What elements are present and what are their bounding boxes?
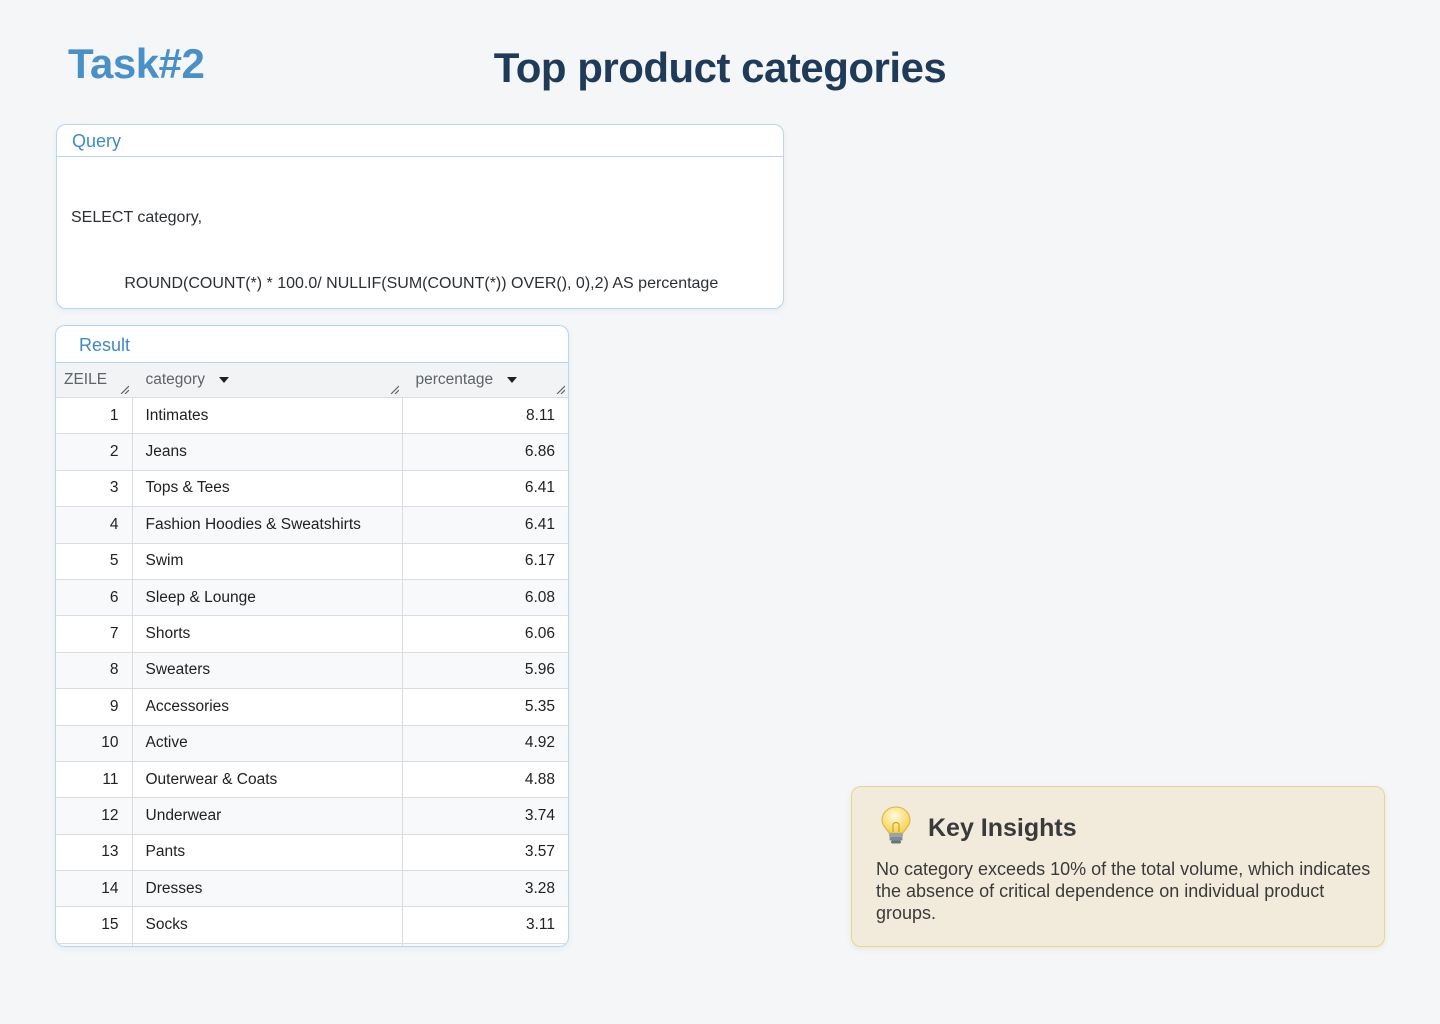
percentage-cell: 4.88 xyxy=(402,761,568,799)
table-row: 6 Sleep & Lounge 6.08 xyxy=(56,579,568,617)
row-number: 4 xyxy=(56,506,133,544)
percentage-cell: 5.96 xyxy=(402,652,568,690)
row-number: 3 xyxy=(56,470,133,508)
query-line: SELECT category, xyxy=(71,209,203,226)
category-cell: Swim xyxy=(132,543,403,580)
row-number: 6 xyxy=(56,579,133,617)
table-row: 4 Fashion Hoodies & Sweatshirts 6.41 xyxy=(56,506,568,544)
table-row: 5 Swim 6.17 xyxy=(56,543,568,580)
percentage-cell: 6.17 xyxy=(402,543,568,580)
percentage-cell: 6.06 xyxy=(402,615,568,653)
percentage-cell: 6.86 xyxy=(402,433,568,471)
category-cell: Socks xyxy=(132,906,403,944)
category-cell: Dresses xyxy=(132,870,403,908)
column-resize-icon[interactable] xyxy=(119,384,129,394)
category-cell: Accessories xyxy=(132,688,403,726)
query-card: Query SELECT category, ROUND(COUNT(*) * … xyxy=(56,124,784,556)
category-cell: Active xyxy=(132,725,403,762)
row-number: 13 xyxy=(56,834,133,872)
percentage-cell: 4.92 xyxy=(402,725,568,762)
column-header-label: percentage xyxy=(415,371,494,388)
percentage-cell: 3.11 xyxy=(402,906,568,944)
row-number: 5 xyxy=(56,543,133,580)
category-cell: Underwear xyxy=(132,797,403,835)
percentage-cell: 6.41 xyxy=(402,506,568,544)
category-cell: Jeans xyxy=(132,433,403,471)
category-cell: Intimates xyxy=(132,397,403,435)
row-number: 12 xyxy=(56,797,133,835)
query-header: Query xyxy=(57,125,783,157)
percentage-cell: 5.35 xyxy=(402,688,568,726)
row-number: 9 xyxy=(56,688,133,726)
table-row: 10 Active 4.92 xyxy=(56,725,568,762)
insights-title: Key Insights xyxy=(928,814,1077,842)
percentage-cell: 6.08 xyxy=(402,579,568,617)
table-row: 9 Accessories 5.35 xyxy=(56,688,568,726)
table-row: 12 Underwear 3.74 xyxy=(56,797,568,835)
row-number: 1 xyxy=(56,397,133,435)
table-header-row: ZEILE category percentage xyxy=(56,363,568,398)
row-number: 8 xyxy=(56,652,133,690)
category-cell: Outerwear & Coats xyxy=(132,761,403,799)
percentage-cell: 3.74 xyxy=(402,797,568,835)
insights-text: No category exceeds 10% of the total vol… xyxy=(876,859,1371,923)
row-number: 10 xyxy=(56,725,133,762)
table-row: 14 Dresses 3.28 xyxy=(56,870,568,908)
table-row: 8 Sweaters 5.96 xyxy=(56,652,568,690)
percentage-cell: 3.28 xyxy=(402,870,568,908)
dropdown-caret-icon[interactable] xyxy=(219,376,230,383)
result-card: Result ZEILE category percentage 1 Intim… xyxy=(55,325,569,947)
category-cell: Pants xyxy=(132,834,403,872)
insights-card: Key Insights No category exceeds 10% of … xyxy=(851,786,1385,947)
row-number: 7 xyxy=(56,615,133,653)
table-row: 3 Tops & Tees 6.41 xyxy=(56,470,568,508)
category-cell: Fashion Hoodies & Sweatshirts xyxy=(132,506,403,544)
row-number: 11 xyxy=(56,761,133,799)
row-number: 2 xyxy=(56,433,133,471)
table-row: 11 Outerwear & Coats 4.88 xyxy=(56,761,568,799)
result-table: ZEILE category percentage 1 Intimates 8.11… xyxy=(56,363,568,946)
dropdown-caret-icon[interactable] xyxy=(507,376,518,383)
category-cell: Sweaters xyxy=(132,652,403,690)
column-header-label: category xyxy=(145,371,205,388)
query-line: ROUND(COUNT(*) * 100.0/ NULLIF(SUM(COUNT… xyxy=(71,275,719,292)
column-resize-icon[interactable] xyxy=(389,384,399,394)
category-cell: Tops & Tees xyxy=(132,470,403,508)
row-number: 15 xyxy=(56,906,133,944)
column-header-percentage[interactable]: percentage xyxy=(401,363,568,398)
table-row xyxy=(56,943,568,946)
table-row: 15 Socks 3.11 xyxy=(56,906,568,944)
row-number: 14 xyxy=(56,870,133,908)
column-resize-icon[interactable] xyxy=(555,384,565,394)
page-title: Top product categories xyxy=(493,44,947,91)
percentage-cell: 3.57 xyxy=(402,834,568,872)
table-row: 13 Pants 3.57 xyxy=(56,834,568,872)
table-row: 2 Jeans 6.86 xyxy=(56,433,568,471)
result-header: Result xyxy=(56,326,568,363)
category-cell: Shorts xyxy=(132,615,403,653)
percentage-cell: 6.41 xyxy=(402,470,568,508)
lightbulb-icon xyxy=(881,806,911,844)
table-row: 7 Shorts 6.06 xyxy=(56,615,568,653)
column-header-category[interactable]: category xyxy=(131,363,402,398)
percentage-cell: 8.11 xyxy=(402,397,568,435)
column-header-label: ZEILE xyxy=(64,371,108,388)
category-cell: Sleep & Lounge xyxy=(132,579,403,617)
table-row: 1 Intimates 8.11 xyxy=(56,397,568,435)
column-header-row-number[interactable]: ZEILE xyxy=(56,363,132,398)
